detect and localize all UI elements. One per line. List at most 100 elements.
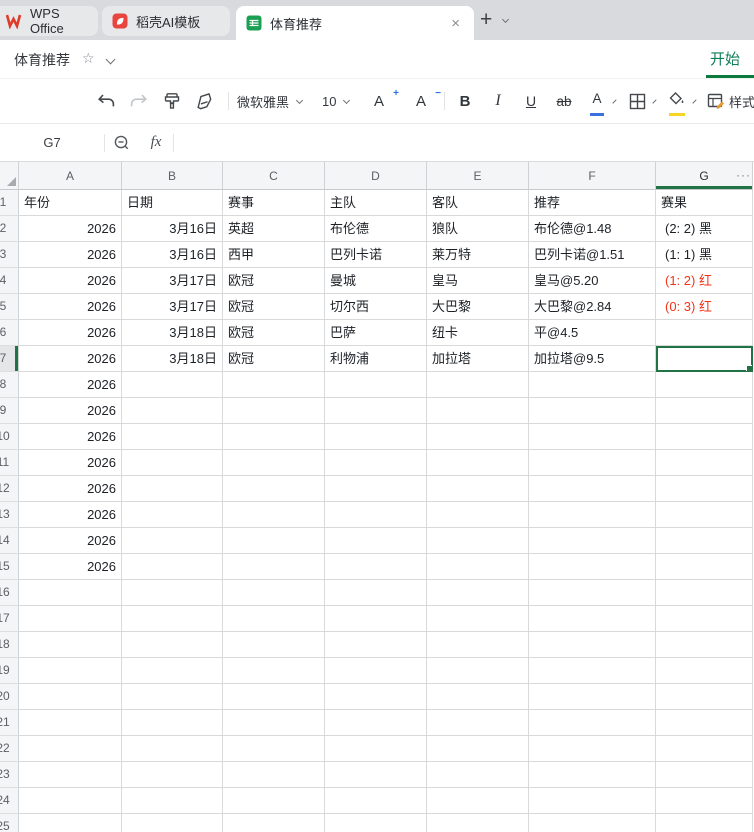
- row-header-20[interactable]: 20: [0, 684, 19, 710]
- cell-B12[interactable]: [122, 476, 223, 502]
- cell-E16[interactable]: [427, 580, 529, 606]
- cell-D24[interactable]: [325, 788, 427, 814]
- cell-A2[interactable]: 2026: [19, 216, 122, 242]
- cell-G18[interactable]: [656, 632, 753, 658]
- cell-F24[interactable]: [529, 788, 656, 814]
- cell-B5[interactable]: 3月17日: [122, 294, 223, 320]
- cell-G21[interactable]: [656, 710, 753, 736]
- row-header-22[interactable]: 22: [0, 736, 19, 762]
- fill-color-button[interactable]: [665, 86, 689, 116]
- row-header-10[interactable]: 10: [0, 424, 19, 450]
- cell-D5[interactable]: 切尔西: [325, 294, 427, 320]
- cell-E21[interactable]: [427, 710, 529, 736]
- cell-A10[interactable]: 2026: [19, 424, 122, 450]
- cell-A14[interactable]: 2026: [19, 528, 122, 554]
- bold-button[interactable]: B: [453, 86, 477, 116]
- cell-D1[interactable]: 主队: [325, 190, 427, 216]
- formula-input[interactable]: [174, 124, 754, 161]
- cell-F8[interactable]: [529, 372, 656, 398]
- cell-G13[interactable]: [656, 502, 753, 528]
- cell-B10[interactable]: [122, 424, 223, 450]
- cell-E7[interactable]: 加拉塔: [427, 346, 529, 372]
- cell-G23[interactable]: [656, 762, 753, 788]
- cell-A25[interactable]: [19, 814, 122, 832]
- redo-button[interactable]: [127, 86, 151, 116]
- cell-F9[interactable]: [529, 398, 656, 424]
- cell-C17[interactable]: [223, 606, 325, 632]
- more-columns-indicator[interactable]: ···: [736, 162, 751, 188]
- cell-G17[interactable]: [656, 606, 753, 632]
- tab-docer-ai[interactable]: 稻壳AI模板: [102, 6, 230, 36]
- cell-B6[interactable]: 3月18日: [122, 320, 223, 346]
- cell-style-button[interactable]: 样式: [707, 86, 754, 116]
- title-menu-caret-icon[interactable]: [105, 54, 116, 65]
- cell-B14[interactable]: [122, 528, 223, 554]
- cell-G5[interactable]: (0: 3) 红: [656, 294, 753, 320]
- cell-F15[interactable]: [529, 554, 656, 580]
- cell-G1[interactable]: 赛果: [656, 190, 753, 216]
- cell-A11[interactable]: 2026: [19, 450, 122, 476]
- column-header-A[interactable]: A: [19, 162, 122, 190]
- row-header-8[interactable]: 8: [0, 372, 19, 398]
- cell-B8[interactable]: [122, 372, 223, 398]
- cell-B18[interactable]: [122, 632, 223, 658]
- cell-D18[interactable]: [325, 632, 427, 658]
- column-header-C[interactable]: C: [223, 162, 325, 190]
- cell-B24[interactable]: [122, 788, 223, 814]
- cell-G9[interactable]: [656, 398, 753, 424]
- cell-E15[interactable]: [427, 554, 529, 580]
- row-header-15[interactable]: 15: [0, 554, 19, 580]
- cell-D14[interactable]: [325, 528, 427, 554]
- cell-F10[interactable]: [529, 424, 656, 450]
- cell-F23[interactable]: [529, 762, 656, 788]
- cell-D22[interactable]: [325, 736, 427, 762]
- cell-B11[interactable]: [122, 450, 223, 476]
- cell-A9[interactable]: 2026: [19, 398, 122, 424]
- cell-E19[interactable]: [427, 658, 529, 684]
- cell-F17[interactable]: [529, 606, 656, 632]
- cell-G4[interactable]: (1: 2) 红: [656, 268, 753, 294]
- cell-C2[interactable]: 英超: [223, 216, 325, 242]
- cell-D6[interactable]: 巴萨: [325, 320, 427, 346]
- new-tab-caret-icon[interactable]: [501, 15, 510, 24]
- cell-C4[interactable]: 欧冠: [223, 268, 325, 294]
- cell-C19[interactable]: [223, 658, 325, 684]
- cell-B7[interactable]: 3月18日: [122, 346, 223, 372]
- cell-A12[interactable]: 2026: [19, 476, 122, 502]
- cell-C24[interactable]: [223, 788, 325, 814]
- cell-C3[interactable]: 西甲: [223, 242, 325, 268]
- cell-C25[interactable]: [223, 814, 325, 832]
- undo-button[interactable]: [94, 86, 118, 116]
- cell-F11[interactable]: [529, 450, 656, 476]
- cell-F12[interactable]: [529, 476, 656, 502]
- cell-D11[interactable]: [325, 450, 427, 476]
- cell-B3[interactable]: 3月16日: [122, 242, 223, 268]
- row-header-3[interactable]: 3: [0, 242, 19, 268]
- cell-F3[interactable]: 巴列卡诺@1.51: [529, 242, 656, 268]
- cell-B1[interactable]: 日期: [122, 190, 223, 216]
- cell-A20[interactable]: [19, 684, 122, 710]
- row-header-1[interactable]: 1: [0, 190, 19, 216]
- cell-C13[interactable]: [223, 502, 325, 528]
- cell-E9[interactable]: [427, 398, 529, 424]
- cell-D20[interactable]: [325, 684, 427, 710]
- cell-A8[interactable]: 2026: [19, 372, 122, 398]
- cell-F1[interactable]: 推荐: [529, 190, 656, 216]
- underline-button[interactable]: U: [519, 86, 543, 116]
- cell-D21[interactable]: [325, 710, 427, 736]
- row-header-25[interactable]: 25: [0, 814, 19, 832]
- cell-E20[interactable]: [427, 684, 529, 710]
- cell-F5[interactable]: 大巴黎@2.84: [529, 294, 656, 320]
- column-header-E[interactable]: E: [427, 162, 529, 190]
- cell-B9[interactable]: [122, 398, 223, 424]
- cell-D13[interactable]: [325, 502, 427, 528]
- row-header-24[interactable]: 24: [0, 788, 19, 814]
- cell-B21[interactable]: [122, 710, 223, 736]
- cell-G2[interactable]: (2: 2) 黑: [656, 216, 753, 242]
- cell-E13[interactable]: [427, 502, 529, 528]
- cell-D8[interactable]: [325, 372, 427, 398]
- cell-C12[interactable]: [223, 476, 325, 502]
- row-header-6[interactable]: 6: [0, 320, 19, 346]
- cell-F19[interactable]: [529, 658, 656, 684]
- cell-E11[interactable]: [427, 450, 529, 476]
